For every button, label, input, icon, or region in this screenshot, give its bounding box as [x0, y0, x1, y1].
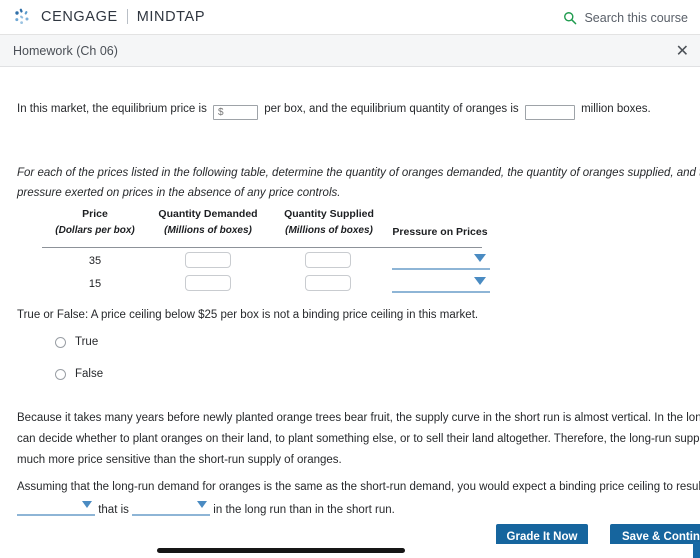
- table-header-row: Price (Dollars per box) Quantity Demande…: [20, 207, 500, 243]
- column-header-pressure-on-prices: Pressure on Prices: [375, 225, 505, 239]
- column-header-price-subtitle: (Dollars per box): [55, 225, 135, 236]
- radio-label-false: False: [75, 368, 104, 380]
- equilibrium-text-part1: In this market, the equilibrium price is: [17, 103, 207, 115]
- search-icon: [563, 11, 577, 25]
- pressure-dropdown-row1[interactable]: [392, 253, 490, 270]
- search-this-course-button[interactable]: Search this course: [563, 0, 688, 35]
- instructions-line-1: For each of the prices listed in the fol…: [17, 167, 700, 179]
- radio-circle-icon: [55, 336, 66, 348]
- quantity-demanded-input-row2[interactable]: [185, 275, 231, 291]
- true-false-question: True or False: A price ceiling below $25…: [17, 309, 479, 321]
- price-quantity-table: Price (Dollars per box) Quantity Demande…: [20, 207, 500, 293]
- equilibrium-text-part3: million boxes.: [581, 103, 651, 115]
- vertical-scrollbar-thumb[interactable]: [693, 542, 700, 558]
- column-header-qs-title: Quantity Supplied: [284, 208, 374, 220]
- close-icon[interactable]: ✕: [676, 42, 689, 59]
- column-header-qd-title: Quantity Demanded: [158, 208, 258, 220]
- long-run-result-dropdown-2[interactable]: [132, 501, 211, 516]
- equilibrium-question: In this market, the equilibrium price is…: [17, 101, 651, 120]
- explanation-paragraph: Because it takes many years before newly…: [17, 408, 700, 471]
- quantity-supplied-input-row2[interactable]: [305, 275, 351, 291]
- radio-circle-icon: [55, 368, 66, 380]
- column-header-qd-subtitle: (Millions of boxes): [164, 225, 252, 236]
- brand-cengage-label: CENGAGE: [41, 9, 118, 25]
- column-header-pressure-title: Pressure on Prices: [392, 226, 488, 238]
- cell-price-row2: 15: [88, 278, 102, 290]
- dropdown-underline: [392, 268, 490, 270]
- chevron-down-icon: [474, 254, 486, 262]
- table-instructions: For each of the prices listed in the fol…: [17, 163, 700, 203]
- quantity-supplied-input-row1[interactable]: [305, 252, 351, 268]
- dropdown-underline: [17, 514, 95, 516]
- radio-label-true: True: [75, 336, 99, 348]
- assignment-content: In this market, the equilibrium price is…: [0, 67, 700, 540]
- assignment-header-bar: Homework (Ch 06) ✕: [0, 35, 700, 67]
- radio-option-true[interactable]: True: [55, 336, 98, 348]
- top-brand-bar: CENGAGE MINDTAP Search this course: [0, 0, 700, 35]
- explanation-line-1: Because it takes many years before newly…: [17, 412, 700, 424]
- table-header-divider: [42, 247, 482, 248]
- brand-mindtap-label: MINDTAP: [136, 9, 206, 25]
- instructions-line-2: pressure exerted on prices in the absenc…: [17, 187, 341, 199]
- chevron-down-icon: [197, 501, 208, 508]
- cell-price-row1: 35: [88, 255, 102, 267]
- table-row: 15: [20, 275, 500, 296]
- cengage-brand[interactable]: CENGAGE MINDTAP: [12, 6, 205, 28]
- column-header-price: Price (Dollars per box): [40, 207, 150, 238]
- dropdown-underline: [392, 291, 490, 293]
- pressure-dropdown-row2[interactable]: [392, 276, 490, 293]
- chevron-down-icon: [474, 277, 486, 285]
- equilibrium-text-part2: per box, and the equilibrium quantity of…: [264, 103, 519, 115]
- brand-title: CENGAGE MINDTAP: [41, 9, 205, 25]
- column-header-quantity-demanded: Quantity Demanded (Millions of boxes): [142, 207, 274, 238]
- explanation-line-3: much more price sensitive than the short…: [17, 454, 342, 466]
- table-row: 35: [20, 252, 500, 273]
- assignment-title: Homework (Ch 06): [13, 43, 118, 58]
- final-question: Assuming that the long-run demand for or…: [17, 477, 700, 521]
- explanation-line-2: can decide whether to plant oranges on t…: [17, 433, 700, 445]
- equilibrium-price-input[interactable]: [213, 105, 259, 120]
- brand-divider: [126, 9, 128, 24]
- mindtap-assignment-page: CENGAGE MINDTAP Search this course Homewo…: [0, 0, 700, 558]
- horizontal-scrollbar-thumb[interactable]: [157, 548, 405, 553]
- cengage-logo-icon: [12, 6, 34, 28]
- column-header-price-title: Price: [82, 208, 108, 220]
- horizontal-scrollbar[interactable]: [0, 544, 700, 558]
- radio-option-false[interactable]: False: [55, 368, 103, 380]
- quantity-demanded-input-row1[interactable]: [185, 252, 231, 268]
- final-question-line-1: Assuming that the long-run demand for or…: [17, 481, 700, 493]
- chevron-down-icon: [82, 501, 92, 508]
- dropdown-underline: [132, 514, 211, 516]
- final-question-tail-text: in the long run than in the short run.: [213, 504, 395, 516]
- equilibrium-quantity-input[interactable]: [524, 105, 575, 120]
- search-label: Search this course: [584, 10, 688, 25]
- long-run-result-dropdown-1[interactable]: [17, 501, 95, 516]
- final-question-mid-text: that is: [98, 504, 129, 516]
